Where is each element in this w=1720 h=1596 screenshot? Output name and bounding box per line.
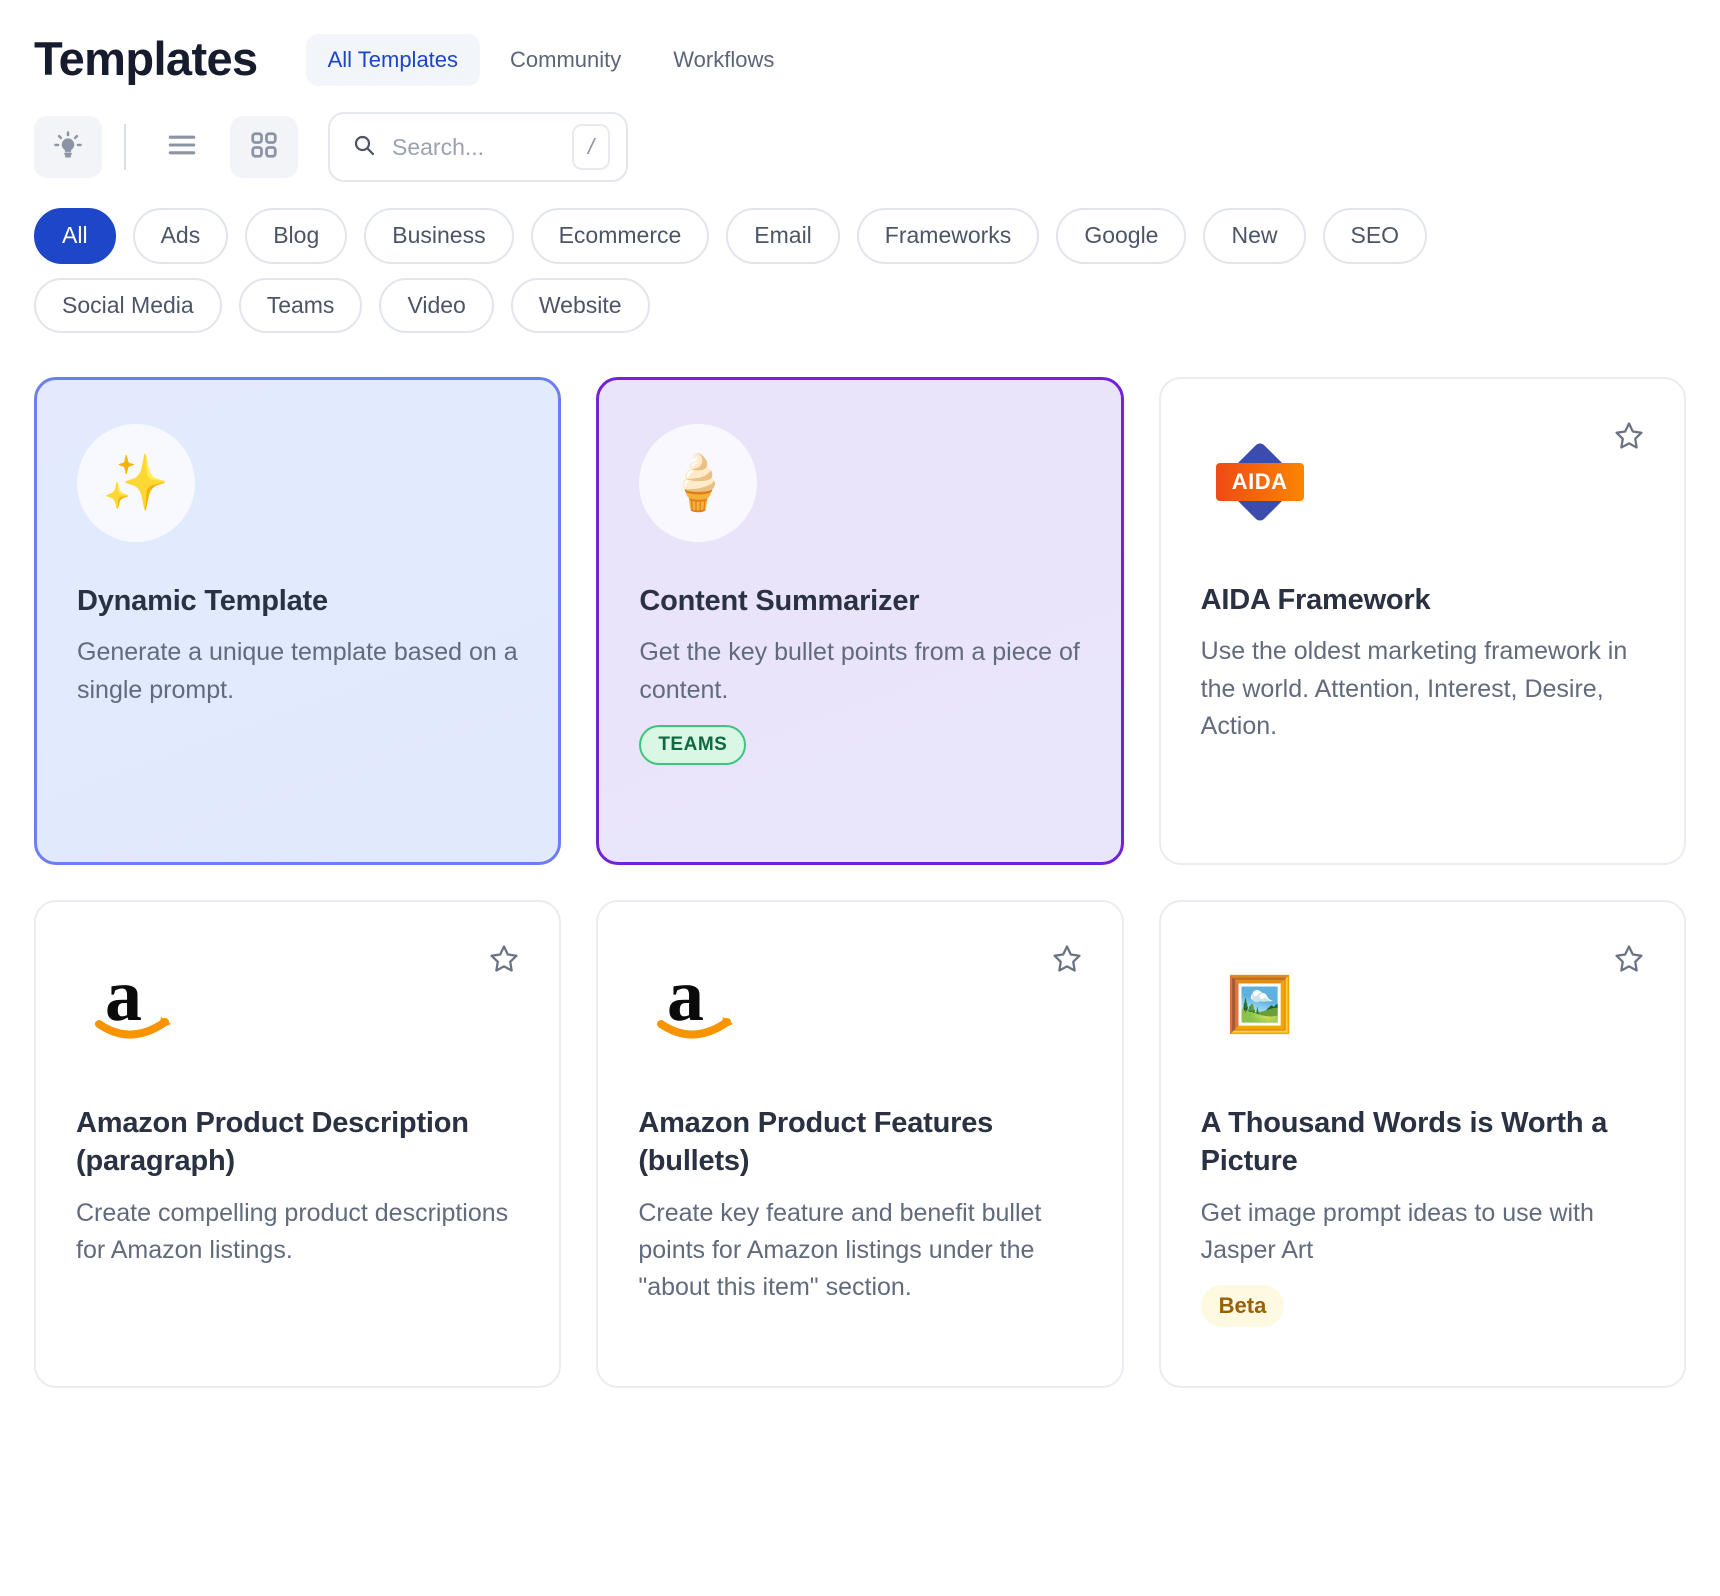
tab-bar: All Templates Community Workflows [306, 34, 797, 86]
lightbulb-icon [53, 130, 83, 165]
card-title: AIDA Framework [1201, 581, 1644, 619]
tab-all-templates[interactable]: All Templates [306, 34, 480, 86]
search-icon [352, 133, 376, 162]
card-description: Create key feature and benefit bullet po… [638, 1195, 1081, 1307]
toolbar-divider [124, 124, 126, 170]
page-header: Templates All Templates Community Workfl… [34, 0, 1686, 92]
card-title: Content Summarizer [639, 582, 1080, 620]
template-card-aida-framework[interactable]: AIDA AIDA Framework Use the oldest marke… [1159, 377, 1686, 865]
favorite-star-icon[interactable] [487, 942, 521, 981]
aida-wordmark: AIDA [1216, 463, 1304, 501]
status-badge-beta: Beta [1201, 1285, 1285, 1327]
filter-pill-ads[interactable]: Ads [133, 208, 229, 264]
template-card-amazon-product-features[interactable]: a Amazon Product Features (bullets) Crea… [596, 900, 1123, 1388]
card-title: Amazon Product Features (bullets) [638, 1104, 1081, 1181]
search-shortcut-badge: / [572, 124, 610, 170]
search-placeholder: Search... [392, 134, 556, 161]
filter-pill-blog[interactable]: Blog [245, 208, 347, 264]
lightbulb-button[interactable] [34, 116, 102, 178]
amazon-logo-icon: a [638, 946, 756, 1064]
filter-pill-website[interactable]: Website [511, 278, 650, 334]
toolbar: Search... / [34, 110, 1686, 184]
ice-cream-emoji-icon: 🍦 [639, 424, 757, 542]
card-title: Amazon Product Description (paragraph) [76, 1104, 519, 1181]
filter-pill-video[interactable]: Video [379, 278, 493, 334]
favorite-star-icon[interactable] [1050, 942, 1084, 981]
template-card-dynamic-template[interactable]: ✨ Dynamic Template Generate a unique tem… [34, 377, 561, 865]
filter-pill-social-media[interactable]: Social Media [34, 278, 222, 334]
tab-community[interactable]: Community [488, 34, 643, 86]
card-description: Get image prompt ideas to use with Jaspe… [1201, 1195, 1644, 1270]
card-description: Generate a unique template based on a si… [77, 634, 518, 709]
status-badge-teams: TEAMS [639, 725, 746, 765]
sparkles-emoji-icon: ✨ [77, 424, 195, 542]
filter-pill-group: All Ads Blog Business Ecommerce Email Fr… [34, 208, 1614, 333]
card-title: Dynamic Template [77, 582, 518, 620]
search-input[interactable]: Search... / [328, 112, 628, 182]
filter-pill-teams[interactable]: Teams [239, 278, 363, 334]
grid-view-button[interactable] [230, 116, 298, 178]
template-card-amazon-product-description[interactable]: a Amazon Product Description (paragraph)… [34, 900, 561, 1388]
aida-logo-icon: AIDA [1201, 423, 1319, 541]
filter-pill-business[interactable]: Business [364, 208, 513, 264]
svg-text:a: a [667, 962, 704, 1037]
favorite-star-icon[interactable] [1612, 419, 1646, 458]
svg-text:a: a [105, 962, 142, 1037]
filter-pill-google[interactable]: Google [1056, 208, 1186, 264]
template-card-grid: ✨ Dynamic Template Generate a unique tem… [34, 377, 1686, 1388]
card-description: Create compelling product descriptions f… [76, 1195, 519, 1270]
card-description: Get the key bullet points from a piece o… [639, 634, 1080, 709]
list-view-button[interactable] [148, 116, 216, 178]
filter-pill-new[interactable]: New [1203, 208, 1305, 264]
page-title: Templates [34, 35, 258, 82]
grid-view-icon [249, 130, 279, 165]
list-view-icon [166, 132, 198, 163]
filter-pill-email[interactable]: Email [726, 208, 840, 264]
template-card-content-summarizer[interactable]: 🍦 Content Summarizer Get the key bullet … [596, 377, 1123, 865]
filter-pill-ecommerce[interactable]: Ecommerce [531, 208, 710, 264]
filter-pill-all[interactable]: All [34, 208, 116, 264]
card-title: A Thousand Words is Worth a Picture [1201, 1104, 1644, 1181]
templates-page: Templates All Templates Community Workfl… [0, 0, 1720, 1596]
filter-pill-frameworks[interactable]: Frameworks [857, 208, 1040, 264]
favorite-star-icon[interactable] [1612, 942, 1646, 981]
card-description: Use the oldest marketing framework in th… [1201, 633, 1644, 745]
amazon-logo-icon: a [76, 946, 194, 1064]
template-card-thousand-words[interactable]: 🖼️ A Thousand Words is Worth a Picture G… [1159, 900, 1686, 1388]
tab-workflows[interactable]: Workflows [651, 34, 796, 86]
framed-picture-emoji-icon: 🖼️ [1201, 946, 1319, 1064]
filter-pill-seo[interactable]: SEO [1323, 208, 1428, 264]
